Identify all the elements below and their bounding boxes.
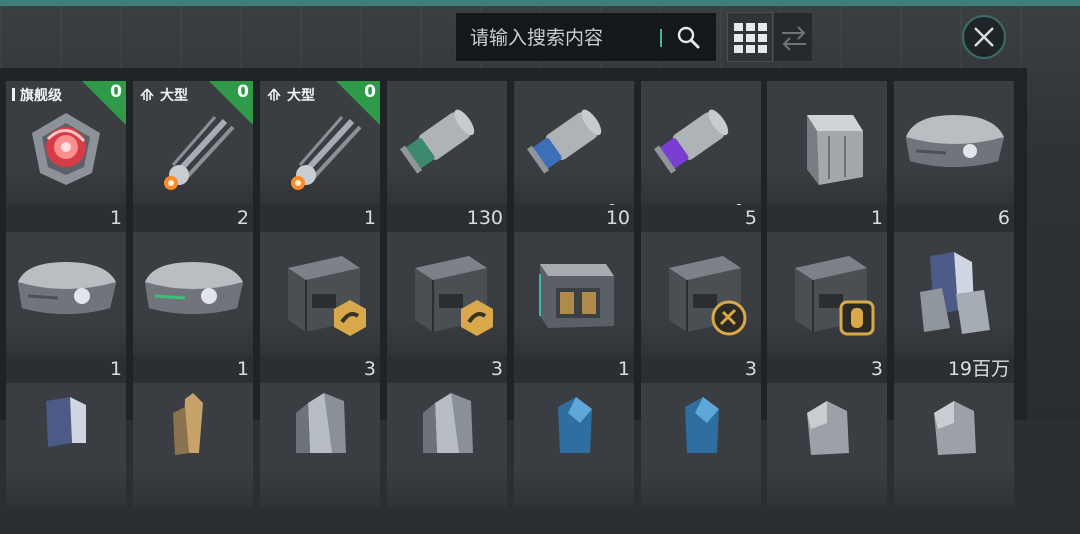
item-count: 3: [387, 356, 507, 383]
inventory-slot[interactable]: 130: [387, 81, 507, 232]
cargo-box-item-icon: [539, 264, 614, 328]
grid-view-icon: [734, 23, 767, 53]
metal-chunk-item-icon: [807, 401, 849, 455]
item-count: 3: [641, 356, 761, 383]
search-icon[interactable]: [674, 23, 704, 53]
crystal-shard-item-icon: [423, 393, 473, 453]
upgrade-badge-icon: [334, 300, 366, 336]
item-count: 3: [260, 356, 380, 383]
blue-crystal-item-icon: [685, 397, 719, 453]
crystal-ore-item-icon: [920, 252, 990, 334]
upgrade-badge-icon: [461, 300, 493, 336]
item-class-tag: 大型: [266, 85, 315, 105]
ship-hull-item-icon: [18, 262, 116, 314]
metal-chunk-item-icon: [934, 401, 976, 455]
energy-canister-blue-icon: [526, 109, 602, 174]
inventory-slot[interactable]: [514, 383, 634, 534]
inventory-slot[interactable]: 3: [641, 232, 761, 383]
inventory-slot[interactable]: [387, 383, 507, 534]
item-class-tag: 旗舰级: [12, 85, 62, 105]
item-class-tag: 大型: [139, 85, 188, 105]
item-count: 5: [641, 205, 761, 232]
item-count: 1: [133, 356, 253, 383]
blue-crystal-item-icon: [558, 397, 592, 453]
blueprint-badge-icon: [711, 300, 747, 336]
item-count: 2: [133, 205, 253, 232]
inventory-slot[interactable]: [641, 383, 761, 534]
corner-badge-value: 0: [364, 82, 376, 102]
inventory-slot[interactable]: 6: [894, 81, 1014, 232]
inventory-slot[interactable]: 19百万: [894, 232, 1014, 383]
inventory-slot[interactable]: 10: [514, 81, 634, 232]
corner-badge-value: 0: [110, 82, 122, 102]
sort-toggle-button[interactable]: [773, 12, 813, 62]
inventory-slot[interactable]: 3: [260, 232, 380, 383]
inventory-slot[interactable]: [894, 383, 1014, 534]
corner-badge-value: 0: [237, 82, 249, 102]
armor-plate-item-icon: [807, 115, 863, 185]
item-count: 1: [514, 356, 634, 383]
energy-canister-purple-icon: [653, 109, 729, 174]
inventory-slot[interactable]: [260, 383, 380, 534]
ship-hull-green-item-icon: [145, 262, 243, 314]
inventory-slot[interactable]: 旗舰级 0 1: [6, 81, 126, 232]
grid-view-button[interactable]: [727, 12, 773, 62]
ship-hull-item-icon: [906, 115, 1004, 167]
inventory-slot[interactable]: 1: [133, 232, 253, 383]
item-count: 19百万: [894, 356, 1014, 383]
item-count: 1: [6, 205, 126, 232]
item-count: 1: [6, 356, 126, 383]
energy-canister-green-icon: [399, 109, 475, 174]
inventory-slot[interactable]: [767, 383, 887, 534]
inventory-slot[interactable]: 大型 0 2: [133, 81, 253, 232]
swap-arrows-icon: [782, 26, 806, 51]
search-input[interactable]: [468, 13, 657, 63]
item-count: 10: [514, 205, 634, 232]
inventory-grid: 旗舰级 0 1 大型 0 2 大型 0 1 130 10 5 1 6 1 1 3…: [0, 68, 1027, 507]
item-count: 130: [387, 205, 507, 232]
item-count: 1: [767, 205, 887, 232]
item-count: 6: [894, 205, 1014, 232]
inventory-slot[interactable]: 1: [6, 232, 126, 383]
crystal-ore-item-icon: [46, 397, 86, 447]
inventory-slot[interactable]: 大型 0 1: [260, 81, 380, 232]
item-count: 1: [260, 205, 380, 232]
inventory-slot[interactable]: 1: [514, 232, 634, 383]
inventory-slot[interactable]: 1: [767, 81, 887, 232]
inventory-slot[interactable]: [6, 383, 126, 534]
close-button[interactable]: [962, 15, 1006, 59]
inventory-slot[interactable]: [133, 383, 253, 534]
crystal-ore-gold-item-icon: [173, 393, 203, 455]
ammo-badge-icon: [839, 300, 875, 336]
close-icon: [974, 27, 994, 47]
inventory-slot[interactable]: 5: [641, 81, 761, 232]
search-divider: [660, 29, 662, 47]
ship-class-icon: [267, 88, 281, 101]
inventory-slot[interactable]: 3: [767, 232, 887, 383]
search-box: [455, 12, 717, 63]
crystal-shard-item-icon: [296, 393, 346, 453]
inventory-slot[interactable]: 3: [387, 232, 507, 383]
item-count: 3: [767, 356, 887, 383]
ship-class-icon: [140, 88, 154, 101]
